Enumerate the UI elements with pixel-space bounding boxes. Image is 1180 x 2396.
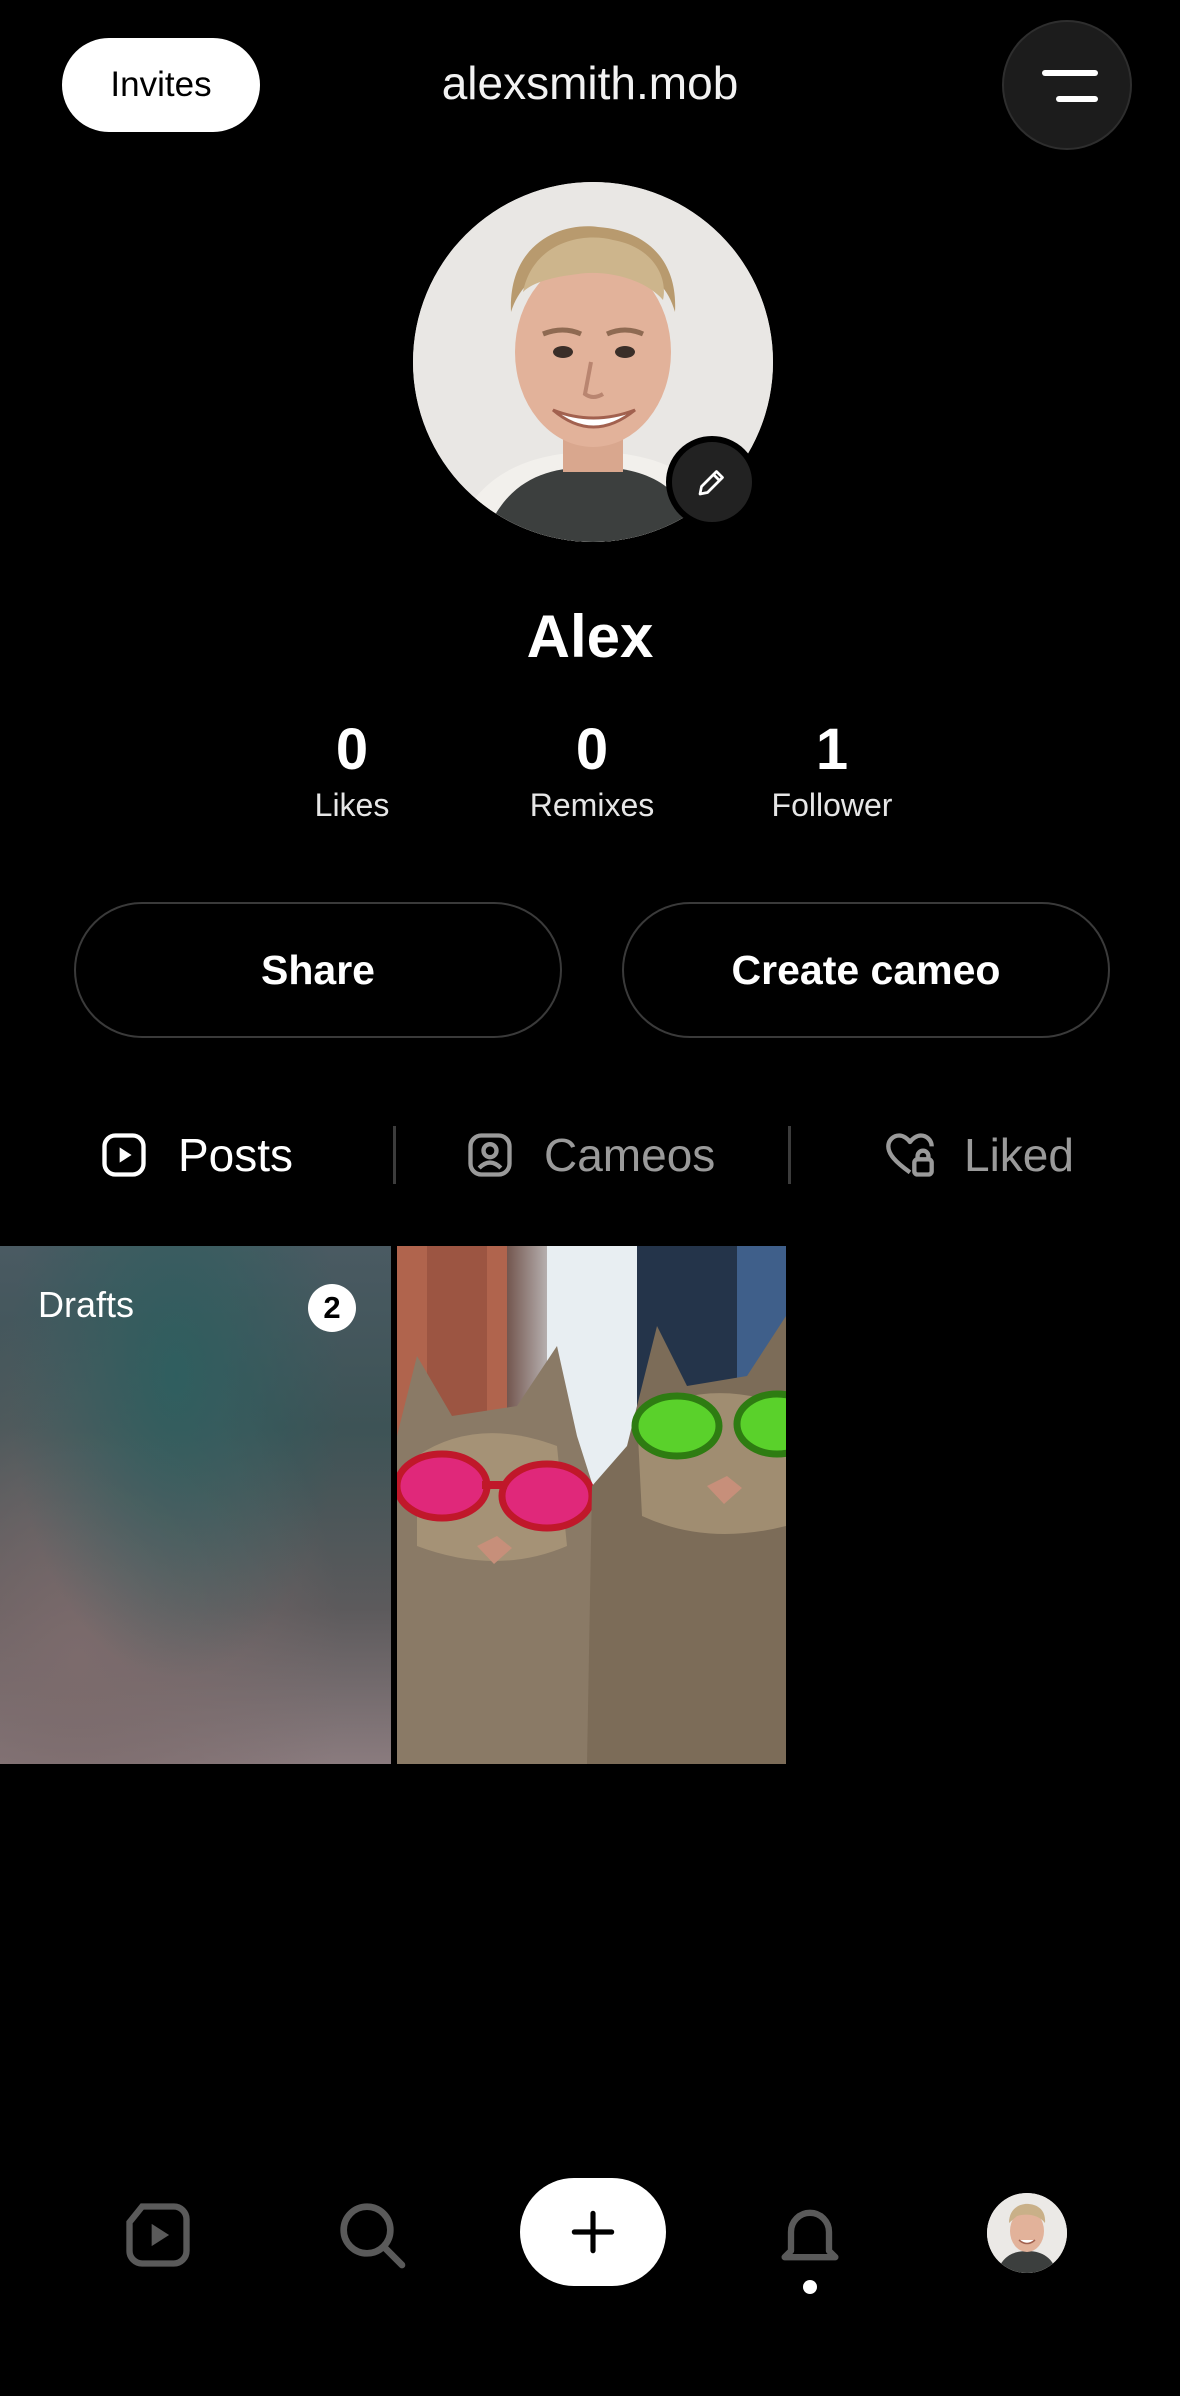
- pencil-icon: [698, 470, 724, 496]
- stat-followers-value: 1: [815, 717, 849, 782]
- create-cameo-button[interactable]: Create cameo: [622, 902, 1110, 1038]
- feed-icon: [126, 2203, 190, 2267]
- tab-cameos[interactable]: Cameos: [464, 1120, 715, 1190]
- nav-notifications-button[interactable]: [768, 2180, 852, 2290]
- stat-remixes-label: Remixes: [529, 787, 655, 823]
- tab-divider: [393, 1126, 396, 1184]
- share-button[interactable]: Share: [74, 902, 562, 1038]
- stat-likes-label: Likes: [314, 787, 390, 823]
- edit-avatar-button[interactable]: [666, 436, 758, 528]
- menu-button[interactable]: [1002, 20, 1132, 150]
- create-post-button[interactable]: [520, 2178, 666, 2286]
- profile-avatar: [987, 2193, 1067, 2273]
- plus-icon: [571, 2210, 615, 2254]
- bell-icon: [781, 2209, 839, 2261]
- stat-remixes[interactable]: 0 Remixes: [462, 715, 722, 825]
- profile-display-name: Alex: [526, 603, 654, 670]
- search-icon: [340, 2203, 406, 2269]
- profile-avatar-container: [413, 182, 773, 542]
- person-square-icon: [468, 1133, 512, 1177]
- drafts-count-badge: 2: [308, 1284, 356, 1332]
- stat-remixes-value: 0: [575, 717, 609, 782]
- tab-posts[interactable]: Posts: [98, 1120, 293, 1190]
- heart-lock-icon: [886, 1133, 934, 1177]
- tab-liked[interactable]: Liked: [884, 1120, 1074, 1190]
- post-thumbnail-image: [397, 1246, 786, 1764]
- stat-likes-value: 0: [335, 717, 369, 782]
- post-thumbnail[interactable]: [397, 1246, 786, 1764]
- stat-followers[interactable]: 1 Follower: [702, 715, 962, 825]
- tab-posts-label: Posts: [178, 1129, 294, 1181]
- create-cameo-button-label: Create cameo: [731, 946, 1001, 993]
- tab-divider: [788, 1126, 791, 1184]
- stat-likes[interactable]: 0 Likes: [222, 715, 482, 825]
- stat-followers-label: Follower: [771, 787, 893, 823]
- nav-search-button[interactable]: [330, 2180, 414, 2290]
- nav-profile-button[interactable]: [987, 2193, 1067, 2273]
- drafts-label: Drafts: [38, 1284, 135, 1325]
- notification-dot: [803, 2280, 817, 2294]
- nav-feed-button[interactable]: [116, 2180, 200, 2290]
- tab-cameos-label: Cameos: [544, 1129, 716, 1181]
- share-button-label: Share: [261, 946, 375, 993]
- tab-liked-label: Liked: [964, 1129, 1074, 1181]
- play-square-icon: [102, 1133, 146, 1177]
